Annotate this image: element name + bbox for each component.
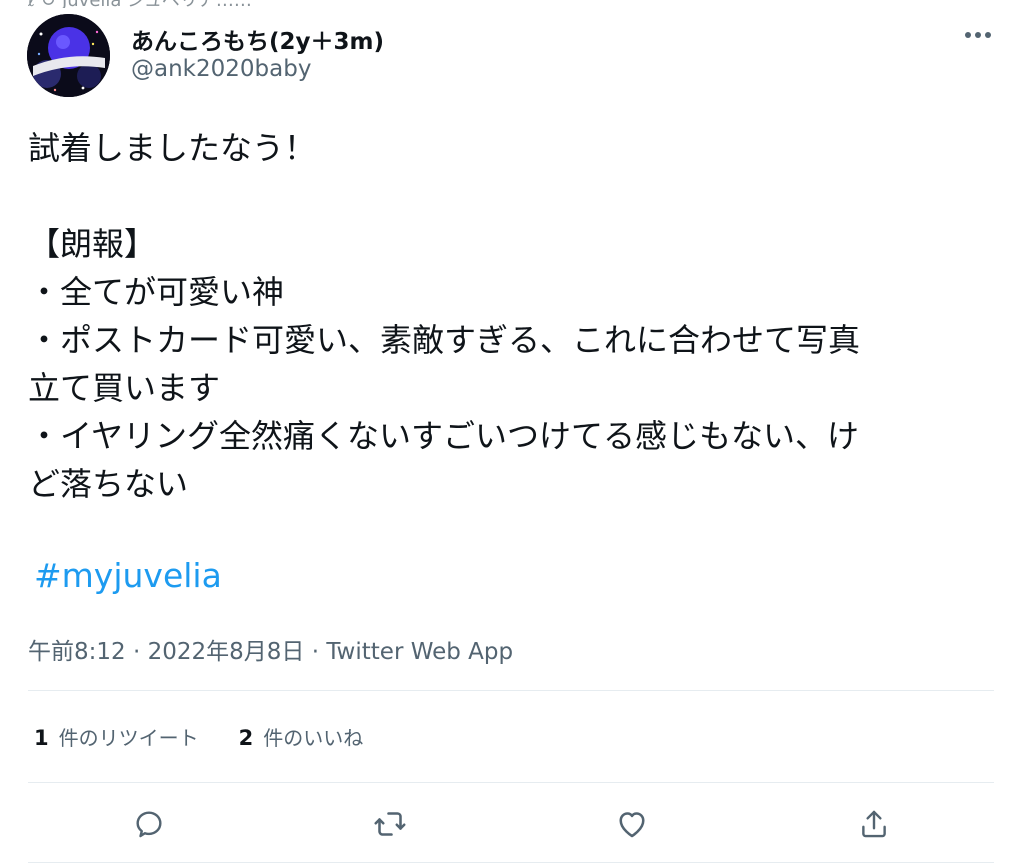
- tweet-line: [28, 172, 988, 220]
- share-button[interactable]: [850, 800, 898, 848]
- tweet-line: ・イヤリング全然痛くないすごいつけてる感じもない、け: [28, 417, 860, 455]
- tweet-line: ・ポストカード可愛い、素敵すぎる、これに合わせて写真: [28, 321, 861, 359]
- avatar-image: [27, 14, 110, 97]
- tweet-line: 立て買います: [28, 369, 221, 407]
- retweets-count: 1: [34, 726, 49, 750]
- like-button[interactable]: [608, 800, 656, 848]
- likes-stat[interactable]: 2 件のいいね: [239, 722, 364, 751]
- more-options-button[interactable]: [958, 20, 998, 50]
- previous-tweet-strip: ℓ ↺ Juvelia ジュベリア……: [28, 0, 728, 8]
- divider: [28, 862, 994, 863]
- retweets-stat[interactable]: 1 件のリツイート: [34, 722, 199, 751]
- heart-icon: [619, 812, 645, 838]
- reply-button[interactable]: [125, 800, 173, 848]
- action-bar: [0, 800, 1024, 848]
- more-horizontal-icon: [965, 32, 991, 38]
- tweet-line: ど落ちない: [28, 465, 189, 503]
- tweet-line: ・全てが可愛い神: [28, 273, 285, 311]
- likes-count: 2: [238, 726, 254, 750]
- engagement-stats: 1 件のリツイート 2 件のいいね: [34, 722, 363, 751]
- hashtag-link[interactable]: #myjuvelia: [34, 556, 222, 595]
- divider: [28, 782, 994, 783]
- share-icon: [862, 810, 886, 838]
- divider: [28, 690, 994, 691]
- author-name[interactable]: あんころもち(2y＋3m): [131, 22, 384, 56]
- tweet-line: 試着しましたなう！: [28, 129, 317, 167]
- tweet-timestamp[interactable]: 午前8:12 · 2022年8月8日 · Twitter Web App: [28, 632, 513, 666]
- avatar[interactable]: [27, 14, 110, 97]
- tweet-text: 試着しましたなう！ 【朗報】 ・全てが可愛い神 ・ポストカード可愛い、素敵すぎる…: [28, 124, 988, 508]
- retweets-label: 件のリツイート: [58, 726, 199, 750]
- likes-label: 件のいいね: [263, 726, 364, 750]
- reply-icon: [136, 811, 162, 838]
- retweet-icon: [374, 812, 406, 836]
- author-handle[interactable]: @ank2020baby: [131, 56, 311, 82]
- retweet-button[interactable]: [366, 800, 414, 848]
- tweet-line: 【朗報】: [28, 225, 157, 263]
